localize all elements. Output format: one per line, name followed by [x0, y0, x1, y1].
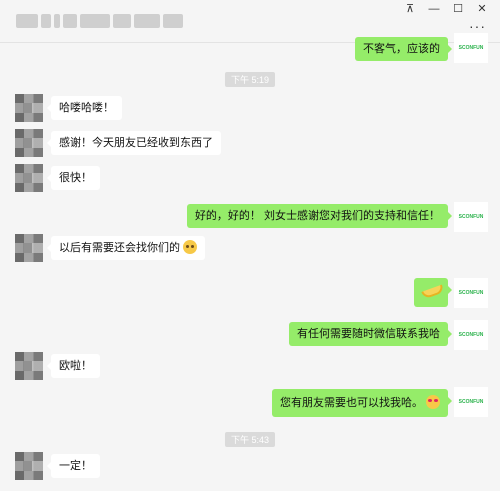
chat-history[interactable]: 不客气，应该的 SCONFUN 下午 5:19 哈喽哈喽！ 感谢！今天朋友已经收…: [0, 33, 500, 491]
my-avatar[interactable]: SCONFUN: [454, 387, 488, 417]
avatar-brand-text: SCONFUN: [458, 290, 484, 296]
message-text: 以后有需要还会找你们的: [59, 242, 180, 254]
close-icon[interactable]: ✕: [470, 2, 494, 16]
avatar-brand-text: SCONFUN: [458, 45, 484, 51]
message-bubble-sent: 有任何需要随时微信联系我哈: [289, 322, 452, 346]
message-bubble-received: 感谢！今天朋友已经收到东西了: [47, 131, 221, 155]
message-bubble-sent: 您有朋友需要也可以找我哈。: [272, 389, 452, 417]
message-bubble-received: 欧啦！: [47, 354, 100, 378]
my-avatar[interactable]: SCONFUN: [454, 320, 488, 350]
banana-icon: [422, 284, 440, 296]
contact-avatar[interactable]: [15, 352, 43, 380]
contact-avatar[interactable]: [15, 164, 43, 192]
pin-icon[interactable]: ⊼: [398, 2, 422, 16]
more-options-icon[interactable]: ···: [469, 18, 486, 34]
maximize-icon[interactable]: ☐: [446, 2, 470, 16]
timestamp: 下午 5:43: [224, 432, 276, 447]
message-bubble-received: 哈喽哈喽！: [47, 96, 122, 120]
message-bubble-received: 一定！: [47, 454, 100, 478]
minimize-icon[interactable]: —: [422, 2, 446, 16]
avatar-brand-text: SCONFUN: [458, 332, 484, 338]
blurred-contact-name: [16, 14, 183, 28]
avatar-brand-text: SCONFUN: [458, 214, 484, 220]
my-avatar[interactable]: SCONFUN: [454, 202, 488, 232]
message-text: 您有朋友需要也可以找我哈。: [280, 397, 423, 409]
message-bubble-received: 很快！: [47, 166, 100, 190]
contact-avatar[interactable]: [15, 234, 43, 262]
contact-avatar[interactable]: [15, 129, 43, 157]
my-avatar[interactable]: SCONFUN: [454, 278, 488, 308]
avatar-brand-text: SCONFUN: [458, 399, 484, 405]
message-bubble-sent: 好的，好的！ 刘女士感谢您对我们的支持和信任！: [186, 204, 453, 228]
timestamp: 下午 5:19: [224, 72, 276, 87]
my-avatar[interactable]: SCONFUN: [454, 33, 488, 63]
message-bubble-received: 以后有需要还会找你们的: [47, 236, 205, 260]
contact-avatar[interactable]: [15, 452, 43, 480]
heart-eyes-face-icon: [426, 395, 440, 409]
message-bubble-sent: [414, 278, 452, 307]
message-bubble-sent: 不客气，应该的: [355, 37, 452, 61]
contact-avatar[interactable]: [15, 94, 43, 122]
thinking-face-icon: [183, 240, 197, 254]
